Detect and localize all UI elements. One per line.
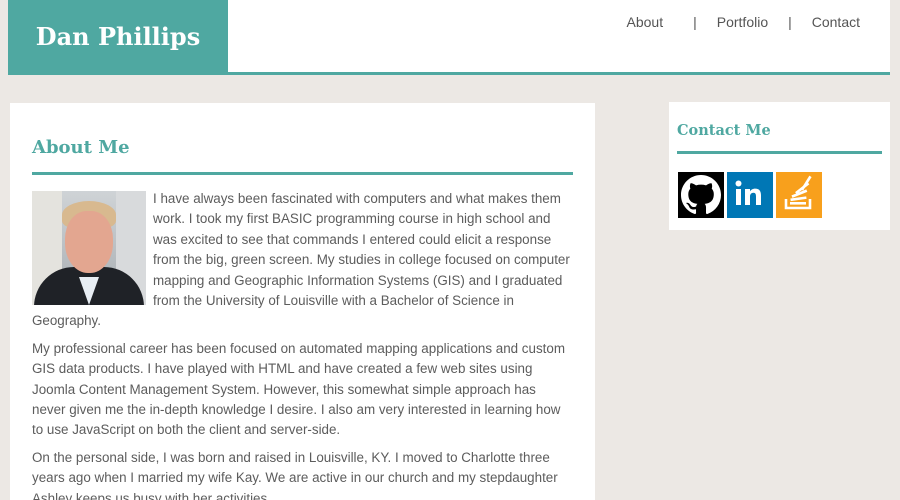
site-header: Dan Phillips About | Portfolio | Contact: [8, 0, 890, 75]
github-icon[interactable]: [678, 172, 724, 218]
nav-portfolio[interactable]: Portfolio: [717, 14, 768, 30]
github-icon-graphic: [681, 175, 721, 215]
nav-contact[interactable]: Contact: [812, 14, 860, 30]
social-icons: [678, 172, 882, 218]
nav-separator: |: [788, 14, 792, 30]
nav-about[interactable]: About: [627, 14, 664, 30]
stackoverflow-icon-graphic: [784, 175, 812, 210]
linkedin-icon[interactable]: [727, 172, 773, 218]
brand-block[interactable]: Dan Phillips: [8, 0, 228, 72]
linkedin-icon-graphic: [735, 180, 761, 205]
contact-title: Contact Me: [677, 122, 882, 154]
stackoverflow-icon[interactable]: [776, 172, 822, 218]
about-paragraph: On the personal side, I was born and rai…: [32, 449, 558, 500]
nav-separator: |: [693, 14, 697, 30]
about-card: About Me I have always been fascinated w…: [10, 103, 595, 500]
contact-card: Contact Me: [669, 102, 890, 230]
main-nav: About | Portfolio | Contact: [627, 14, 860, 30]
about-title: About Me: [32, 137, 573, 175]
brand-name[interactable]: Dan Phillips: [36, 22, 200, 51]
about-paragraph: My professional career has been focused …: [32, 340, 565, 438]
photo-face: [65, 211, 113, 273]
about-content: I have always been fascinated with compu…: [32, 189, 573, 500]
profile-photo: [32, 191, 146, 305]
